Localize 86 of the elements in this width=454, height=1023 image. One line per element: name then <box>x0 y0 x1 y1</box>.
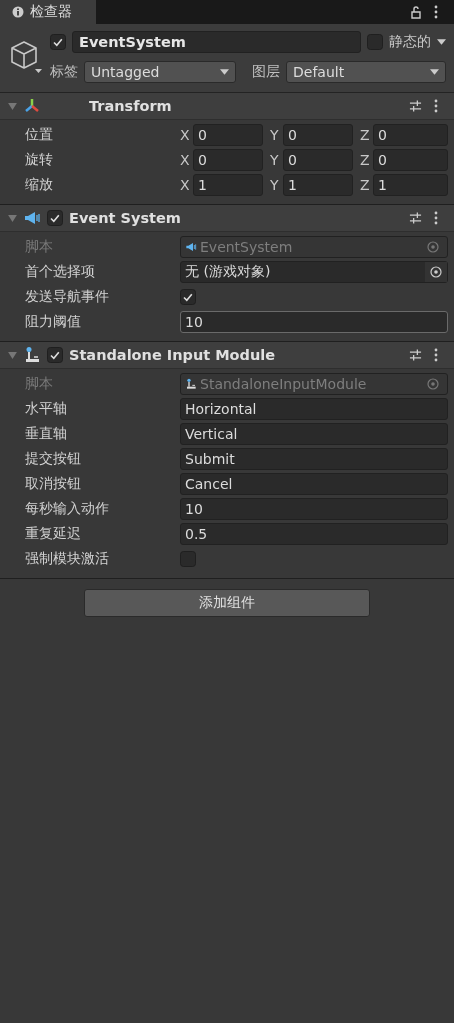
number-field[interactable]: 0 <box>193 124 263 146</box>
property-label: 缩放 <box>25 176 54 194</box>
object-picker-icon[interactable] <box>425 262 447 282</box>
property-label: 旋转 <box>25 151 54 169</box>
number-field[interactable]: 1 <box>283 174 353 196</box>
axis-label[interactable]: X <box>180 177 193 193</box>
more-icon[interactable] <box>434 348 438 362</box>
number-field[interactable]: 1 <box>193 174 263 196</box>
foldout-arrow-icon[interactable] <box>8 214 17 222</box>
presets-icon[interactable] <box>409 211 422 225</box>
axes-icon <box>23 97 41 115</box>
script-name: StandaloneInputModule <box>200 376 368 392</box>
layer-dropdown[interactable]: Default <box>286 61 446 83</box>
property-label: 重复延迟 <box>25 525 82 543</box>
text-field[interactable]: Cancel <box>180 473 448 495</box>
info-icon <box>12 6 24 18</box>
object-value: 无 (游戏对象) <box>185 263 272 281</box>
tag-label: 标签 <box>50 63 78 81</box>
axis-label[interactable]: Y <box>270 152 283 168</box>
text-field[interactable]: Horizontal <box>180 398 448 420</box>
joystick-icon <box>185 378 197 390</box>
axis-label[interactable]: Y <box>270 127 283 143</box>
static-label[interactable]: 静态的 <box>389 33 431 51</box>
component-header[interactable]: Event System <box>0 205 454 232</box>
megaphone-icon <box>23 209 41 227</box>
property-label: 位置 <box>25 126 54 144</box>
script-name: EventSystem <box>200 239 294 255</box>
more-icon[interactable] <box>434 211 438 225</box>
component-title: Transform <box>89 98 173 114</box>
cube-icon[interactable] <box>8 38 44 74</box>
axis-label[interactable]: Z <box>360 152 373 168</box>
component-title: Event System <box>69 210 182 226</box>
lock-icon[interactable] <box>410 5 422 19</box>
more-icon[interactable] <box>434 99 438 113</box>
joystick-icon <box>23 346 41 364</box>
foldout-arrow-icon[interactable] <box>8 351 17 359</box>
property-label: 提交按钮 <box>25 450 82 468</box>
object-field[interactable]: 无 (游戏对象) <box>180 261 448 283</box>
tag-dropdown[interactable]: Untagged <box>84 61 236 83</box>
component-title: Standalone Input Module <box>69 347 277 363</box>
caret-icon <box>430 69 439 75</box>
property-label: 取消按钮 <box>25 475 82 493</box>
property-label: 阻力阈值 <box>25 313 82 331</box>
number-field[interactable]: 0 <box>283 149 353 171</box>
axis-label[interactable]: Y <box>270 177 283 193</box>
number-field[interactable]: 0 <box>373 149 448 171</box>
text-field[interactable]: Vertical <box>180 423 448 445</box>
property-label: 脚本 <box>25 238 54 256</box>
enabled-checkbox[interactable] <box>47 347 63 363</box>
caret-icon <box>220 69 229 75</box>
inspector-tab[interactable]: 检查器 <box>0 0 96 24</box>
axis-label[interactable]: Z <box>360 177 373 193</box>
axis-label[interactable]: X <box>180 127 193 143</box>
property-checkbox[interactable] <box>180 289 196 305</box>
number-field[interactable]: 0 <box>283 124 353 146</box>
number-field[interactable]: 1 <box>373 174 448 196</box>
component-header[interactable]: Transform <box>0 93 454 120</box>
property-label: 水平轴 <box>25 400 68 418</box>
property-label: 每秒输入动作 <box>25 500 110 518</box>
component-header[interactable]: Standalone Input Module <box>0 342 454 369</box>
axis-label[interactable]: Z <box>360 127 373 143</box>
text-field[interactable]: 0.5 <box>180 523 448 545</box>
number-field[interactable]: 0 <box>193 149 263 171</box>
property-label: 发送导航事件 <box>25 288 110 306</box>
add-component-button[interactable]: 添加组件 <box>84 589 370 617</box>
active-checkbox[interactable] <box>50 34 66 50</box>
name-field[interactable]: EventSystem <box>72 31 361 53</box>
property-label: 首个选择项 <box>25 263 96 281</box>
caret-icon[interactable] <box>437 39 446 45</box>
enabled-checkbox[interactable] <box>47 210 63 226</box>
megaphone-icon <box>185 241 197 253</box>
property-label: 垂直轴 <box>25 425 68 443</box>
axis-label[interactable]: X <box>180 152 193 168</box>
property-checkbox[interactable] <box>180 551 196 567</box>
text-field[interactable]: Submit <box>180 448 448 470</box>
text-field[interactable]: 10 <box>180 311 448 333</box>
property-label: 脚本 <box>25 375 54 393</box>
more-icon[interactable] <box>434 5 438 19</box>
property-label: 强制模块激活 <box>25 550 110 568</box>
number-field[interactable]: 0 <box>373 124 448 146</box>
text-field[interactable]: 10 <box>180 498 448 520</box>
presets-icon[interactable] <box>409 348 422 362</box>
presets-icon[interactable] <box>409 99 422 113</box>
foldout-arrow-icon[interactable] <box>8 102 17 110</box>
static-checkbox[interactable] <box>367 34 383 50</box>
layer-label: 图层 <box>252 63 280 81</box>
